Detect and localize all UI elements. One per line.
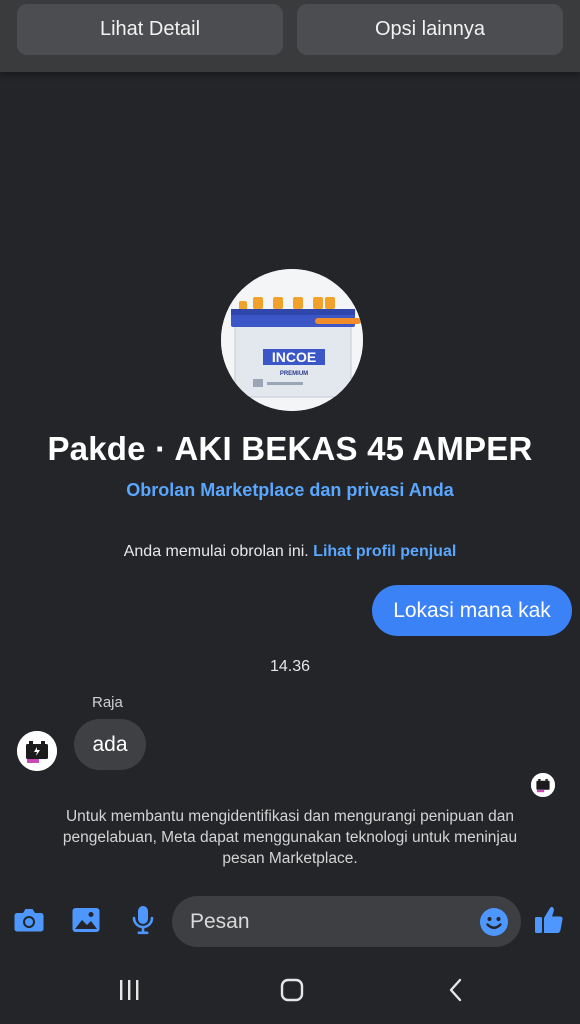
thumbs-up-icon[interactable] (532, 900, 566, 940)
chat-screen: Lihat Detail Opsi lainnya INCOE PREMIUM … (0, 0, 580, 1024)
home-icon[interactable] (274, 974, 310, 1006)
camera-icon[interactable] (12, 900, 46, 940)
recent-apps-icon[interactable] (111, 974, 147, 1006)
view-detail-button[interactable]: Lihat Detail (17, 4, 283, 55)
marketplace-privacy-link[interactable]: Obrolan Marketplace dan privasi Anda (0, 480, 580, 501)
system-navigation-bar (0, 958, 580, 1024)
battery-avatar-icon (17, 731, 57, 771)
read-receipt-avatar (531, 773, 555, 797)
incoming-message-bubble[interactable]: ada (74, 719, 146, 770)
seller-profile-link[interactable]: Lihat profil penjual (313, 543, 456, 560)
message-input[interactable] (190, 896, 470, 947)
chat-started-text: Anda memulai obrolan ini. (123, 543, 309, 560)
microphone-icon[interactable] (126, 900, 160, 940)
back-icon[interactable] (438, 974, 474, 1006)
gallery-icon[interactable] (69, 900, 103, 940)
message-input-container[interactable] (172, 896, 521, 947)
car-battery-photo-icon: INCOE PREMIUM (221, 269, 363, 411)
sender-avatar[interactable] (17, 731, 57, 771)
outgoing-message-bubble[interactable]: Lokasi mana kak (372, 585, 572, 636)
top-action-bar: Lihat Detail Opsi lainnya (0, 0, 580, 72)
battery-avatar-small-icon (531, 773, 555, 797)
sender-name: Raja (92, 694, 123, 711)
battery-brand-text: INCOE (272, 349, 316, 365)
more-options-button[interactable]: Opsi lainnya (297, 4, 563, 55)
message-timestamp: 14.36 (269, 658, 311, 675)
product-image[interactable]: INCOE PREMIUM (221, 269, 363, 411)
chat-started-notice: Anda memulai obrolan ini. Lihat profil p… (0, 543, 580, 561)
emoji-icon[interactable] (479, 907, 509, 937)
battery-sub-text: PREMIUM (280, 371, 308, 377)
product-title: Pakde · AKI BEKAS 45 AMPER (47, 430, 533, 467)
marketplace-safety-notice: Untuk membantu mengidentifikasi dan meng… (62, 808, 518, 867)
